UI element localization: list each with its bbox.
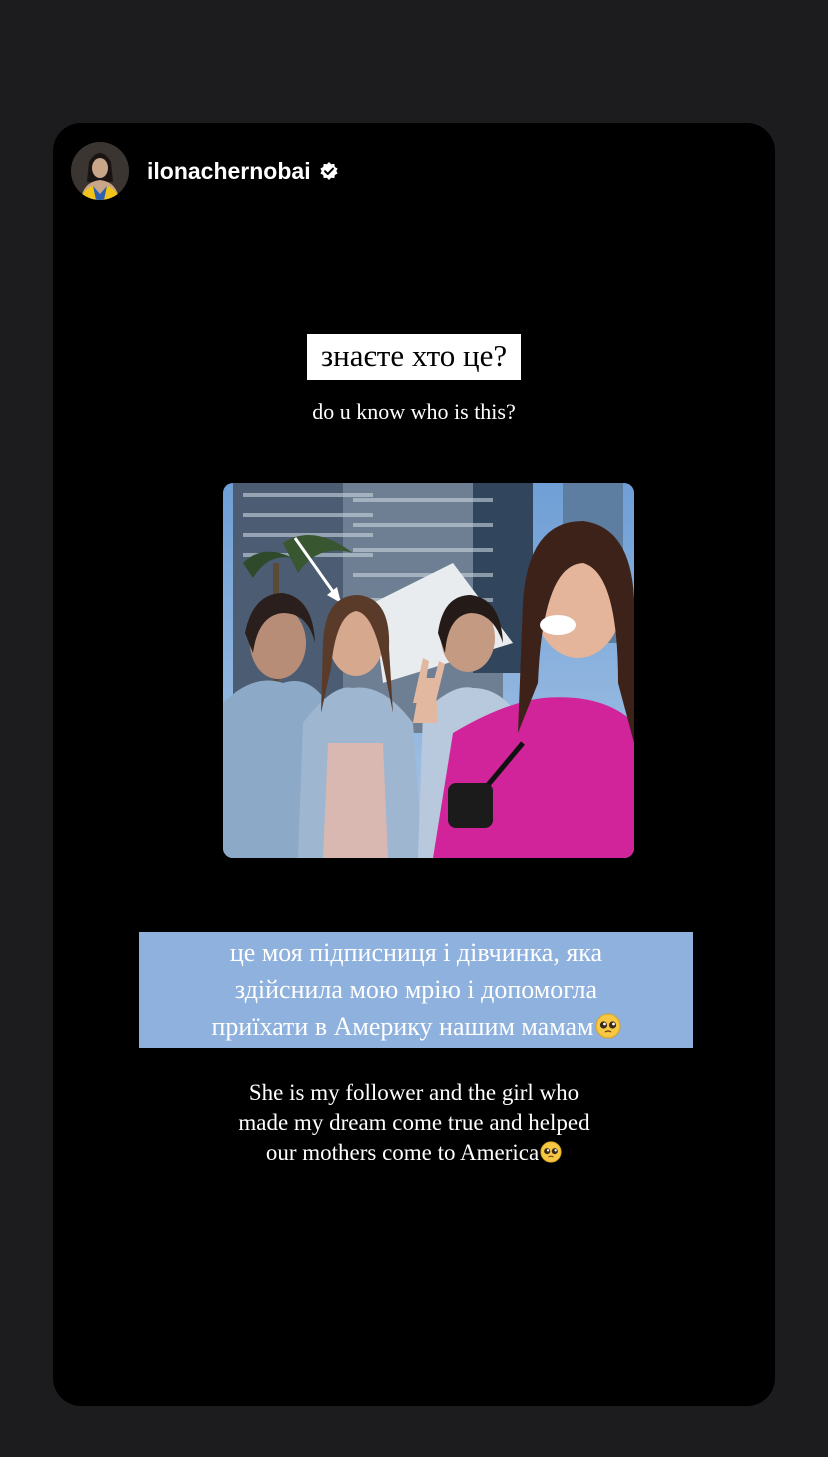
profile-username[interactable]: ilonachernobai — [147, 158, 311, 185]
caption-ua-line-1: це моя підписниця і дівчинка, яка — [229, 938, 603, 967]
caption-ukrainian: це моя підписниця і дівчинка, яка здійсн… — [139, 932, 693, 1048]
pleading-face-emoji-icon — [595, 1013, 620, 1039]
story-card[interactable]: ilonachernobai знаєте хто це? do u know … — [53, 123, 775, 1406]
caption-en-line-1: She is my follower and the girl who — [248, 1080, 580, 1105]
caption-ua-line-2: здійснила мою мрію і допомогла — [234, 975, 598, 1004]
caption-en-line-2: made my dream come true and helped — [238, 1110, 590, 1135]
verified-badge-icon — [319, 162, 338, 180]
caption-en-line-3: our mothers come to America — [53, 1138, 775, 1168]
caption-ua-line-3: приїхати в Америку нашим мамам — [139, 1008, 693, 1045]
avatar-image-icon — [71, 142, 129, 200]
caption-ua-line-3-text: приїхати в Америку нашим мамам — [211, 1012, 594, 1041]
group-photo — [223, 483, 634, 858]
headline-container: знаєте хто це? — [53, 334, 775, 380]
story-subline: do u know who is this? — [312, 399, 516, 424]
profile-avatar[interactable] — [71, 142, 129, 200]
caption-en-line-3-text: our mothers come to America — [265, 1140, 540, 1165]
group-photo-image — [223, 483, 634, 858]
pleading-face-emoji-icon — [540, 1141, 562, 1163]
story-header: ilonachernobai — [71, 141, 339, 201]
story-headline: знаєте хто це? — [306, 334, 522, 380]
caption-english: She is my follower and the girl who made… — [53, 1078, 775, 1168]
